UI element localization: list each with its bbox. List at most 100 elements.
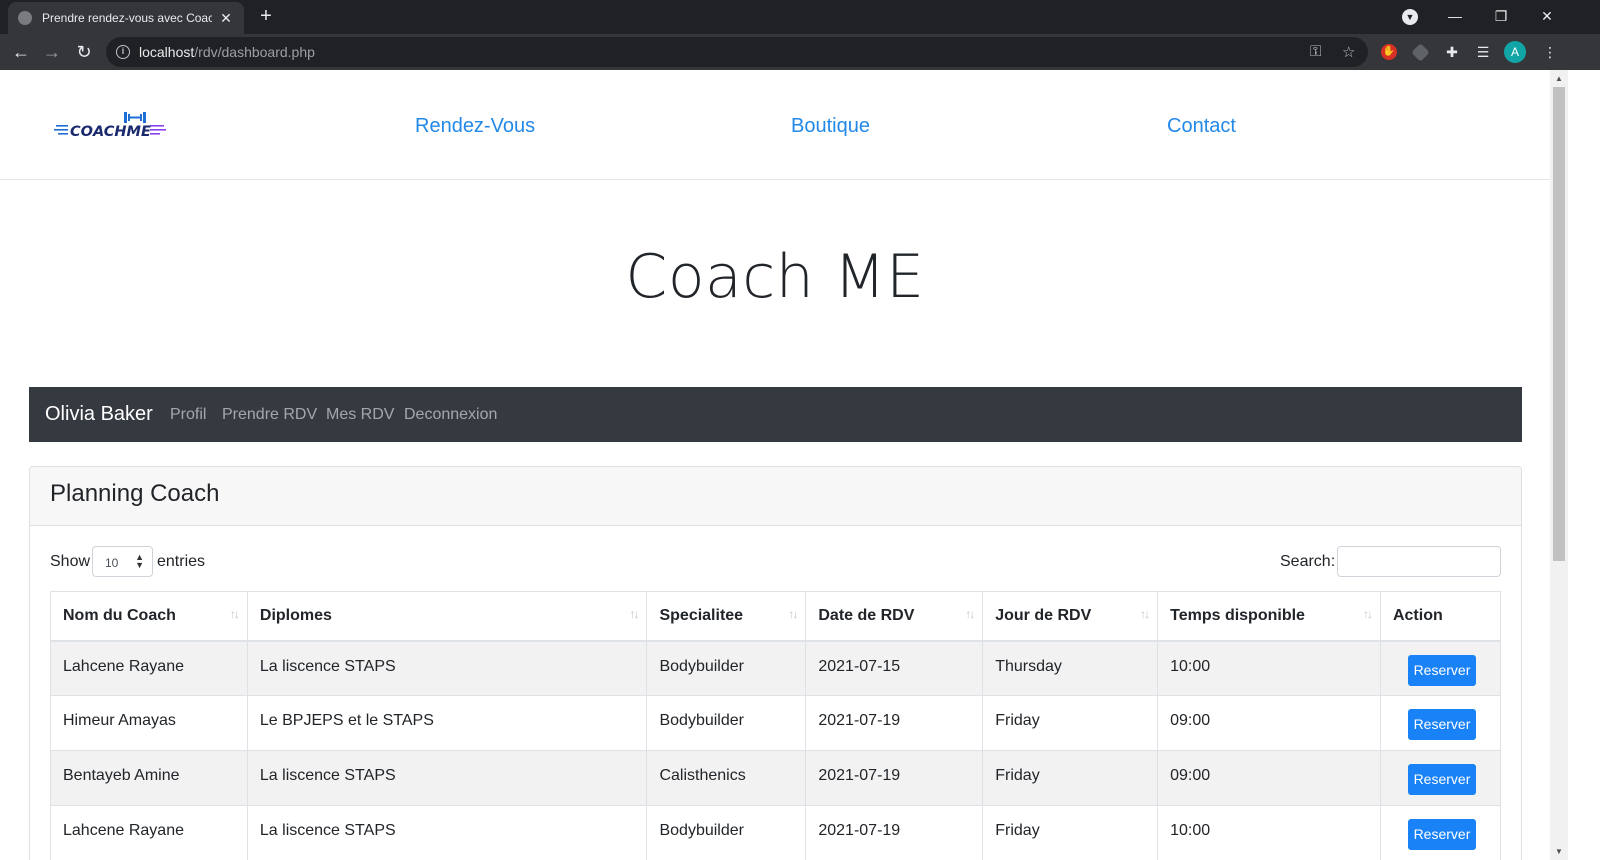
window-edge	[1568, 70, 1600, 860]
table-row: Bentayeb Amine La liscence STAPS Calisth…	[50, 750, 1502, 806]
star-icon[interactable]: ☆	[1342, 43, 1355, 61]
page-length-value: 10	[105, 556, 119, 570]
scroll-down-icon[interactable]: ▼	[1555, 847, 1563, 856]
browser-tab-active[interactable]: Prendre rendez-vous avec Coach ✕	[8, 2, 244, 34]
sort-icon: ↑↓	[1362, 607, 1373, 621]
menu-kebab-icon[interactable]: ⋮	[1540, 42, 1560, 62]
card-header: Planning Coach	[30, 467, 1521, 526]
nav-prendre-rdv[interactable]: Prendre RDV	[222, 406, 317, 424]
nav-contact[interactable]: Contact	[1167, 115, 1236, 138]
select-caret-icon: ▲ ▼	[135, 552, 144, 570]
sort-icon: ↑↓	[629, 607, 639, 621]
sort-icon: ↑↓	[1140, 607, 1150, 621]
reserver-button[interactable]: Reserver	[1407, 709, 1476, 740]
key-icon[interactable]: ⚿	[1310, 43, 1321, 60]
reading-list-icon[interactable]: ☰	[1473, 42, 1493, 62]
user-name[interactable]: Olivia Baker	[45, 403, 153, 426]
col-diplomes[interactable]: Diplomes ↑↓	[246, 591, 648, 642]
nav-mes-rdv[interactable]: Mes RDV	[326, 406, 394, 424]
nav-profil[interactable]: Profil	[170, 406, 206, 424]
planning-card: Planning Coach Show 10 ▲ ▼ entries Search…	[29, 466, 1522, 860]
col-temps-disponible[interactable]: Temps disponible ↑↓	[1157, 591, 1381, 642]
cell-temps: 10:00	[1157, 640, 1381, 696]
tab-title: Prendre rendez-vous avec Coach	[42, 11, 212, 25]
nav-deconnexion[interactable]: Deconnexion	[404, 406, 497, 424]
globe-icon	[18, 11, 32, 25]
cell-coach: Himeur Amayas	[50, 695, 248, 751]
scroll-up-icon[interactable]: ▲	[1555, 74, 1563, 83]
logo-text: COACHME	[70, 124, 151, 140]
profile-avatar[interactable]: A	[1504, 41, 1526, 63]
col-date-de-rdv[interactable]: Date de RDV ↑↓	[805, 591, 984, 642]
cell-diplomes: La liscence STAPS	[246, 805, 648, 860]
back-icon[interactable]: ←	[7, 38, 35, 66]
new-tab-button[interactable]: +	[254, 4, 278, 28]
close-window-button[interactable]: ✕	[1524, 0, 1570, 34]
info-icon[interactable]: i	[116, 45, 130, 59]
reload-icon[interactable]: ↻	[70, 38, 98, 66]
forward-icon[interactable]: →	[38, 38, 66, 66]
restore-button[interactable]: ❐	[1478, 0, 1524, 34]
cell-action: Reserver	[1379, 640, 1502, 696]
scroll-thumb[interactable]	[1553, 87, 1565, 561]
url-path: /rdv/dashboard.php	[194, 44, 315, 60]
cell-jour: Friday	[982, 805, 1159, 860]
sort-icon: ↑↓	[229, 607, 240, 621]
cell-action: Reserver	[1379, 695, 1502, 751]
col-action: Action	[1379, 591, 1502, 642]
cell-diplomes: Le BPJEPS et le STAPS	[246, 695, 648, 751]
search-input[interactable]	[1337, 546, 1501, 577]
nav-rendez-vous[interactable]: Rendez-Vous	[415, 115, 535, 138]
cell-date: 2021-07-19	[805, 695, 984, 751]
cell-date: 2021-07-19	[805, 805, 984, 860]
cell-action: Reserver	[1379, 805, 1502, 860]
cell-jour: Thursday	[982, 640, 1159, 696]
user-navbar: Olivia Baker Profil Prendre RDV Mes RDV …	[29, 387, 1522, 442]
table-row: Lahcene Rayane La liscence STAPS Bodybui…	[50, 640, 1502, 696]
table-row: Himeur Amayas Le BPJEPS et le STAPS Body…	[50, 695, 1502, 751]
browser-tab-strip: Prendre rendez-vous avec Coach ✕ + ▼ — ❐…	[0, 0, 1600, 34]
cell-temps: 09:00	[1157, 695, 1381, 751]
search-label: Search:	[1280, 553, 1336, 570]
sort-icon: ↑↓	[965, 607, 975, 621]
show-label: Show	[50, 553, 91, 570]
reserver-button[interactable]: Reserver	[1407, 764, 1476, 795]
page-viewport: COACHME Rendez-Vous Boutique Contact Coa…	[0, 70, 1550, 860]
site-header: COACHME Rendez-Vous Boutique Contact	[0, 70, 1550, 180]
minimize-button[interactable]: —	[1432, 0, 1478, 34]
nav-boutique[interactable]: Boutique	[791, 115, 870, 138]
col-specialitee[interactable]: Specialitee ↑↓	[646, 591, 807, 642]
cell-specialitee: Bodybuilder	[646, 695, 807, 751]
planning-table: Nom du Coach ↑↓ Diplomes ↑↓ Specialitee ↑↓ …	[50, 591, 1502, 860]
extension-red-icon[interactable]: ✋	[1381, 44, 1397, 60]
tab-search-icon[interactable]: ▼	[1402, 9, 1418, 25]
cell-date: 2021-07-15	[805, 640, 984, 696]
reserver-button[interactable]: Reserver	[1407, 819, 1476, 850]
page-title: Coach ME	[625, 242, 925, 312]
cell-jour: Friday	[982, 695, 1159, 751]
extensions-puzzle-icon[interactable]: ✚	[1442, 42, 1462, 62]
address-bar[interactable]: i localhost/rdv/dashboard.php ⚿ ☆	[106, 37, 1368, 67]
cell-specialitee: Bodybuilder	[646, 805, 807, 860]
coachme-logo[interactable]: COACHME	[54, 110, 166, 142]
vertical-scrollbar[interactable]: ▲ ▼	[1550, 70, 1568, 860]
col-nom-du-coach[interactable]: Nom du Coach ↑↓	[50, 591, 248, 642]
extension-tag-icon[interactable]	[1411, 43, 1430, 62]
cell-specialitee: Bodybuilder	[646, 640, 807, 696]
page-length-select[interactable]: 10 ▲ ▼	[92, 546, 153, 577]
cell-specialitee: Calisthenics	[646, 750, 807, 806]
cell-coach: Bentayeb Amine	[50, 750, 248, 806]
table-row: Lahcene Rayane La liscence STAPS Bodybui…	[50, 805, 1502, 860]
cell-date: 2021-07-19	[805, 750, 984, 806]
table-header-row: Nom du Coach ↑↓ Diplomes ↑↓ Specialitee ↑↓ …	[50, 591, 1502, 642]
browser-toolbar: ← → ↻ i localhost/rdv/dashboard.php ⚿ ☆ …	[0, 34, 1600, 70]
reserver-button[interactable]: Reserver	[1407, 654, 1476, 686]
sort-icon: ↑↓	[788, 607, 798, 621]
cell-diplomes: La liscence STAPS	[246, 750, 648, 806]
cell-coach: Lahcene Rayane	[50, 640, 248, 696]
url-host: localhost	[139, 44, 195, 60]
close-tab-icon[interactable]: ✕	[218, 10, 234, 27]
cell-diplomes: La liscence STAPS	[246, 640, 648, 696]
col-jour-de-rdv[interactable]: Jour de RDV ↑↓	[982, 591, 1159, 642]
cell-coach: Lahcene Rayane	[50, 805, 248, 860]
